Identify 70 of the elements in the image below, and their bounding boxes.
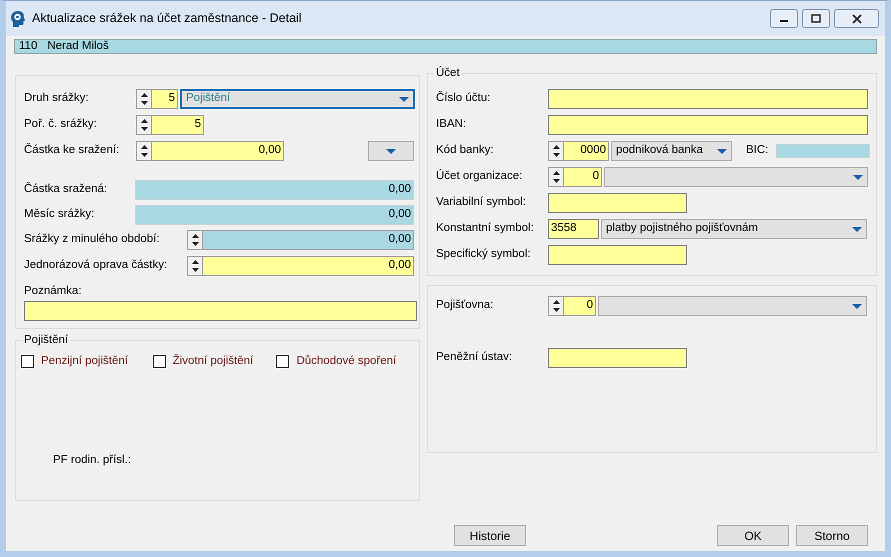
input-field[interactable]: 0,00: [135, 205, 414, 225]
field-label: Konstantní symbol:: [436, 221, 535, 236]
spinner-arrows-icon: [140, 92, 148, 106]
spinner-arrows-icon: [552, 299, 560, 313]
field-label: PF rodin. přísl.:: [53, 453, 131, 468]
input-field[interactable]: [548, 115, 868, 135]
dialog-button[interactable]: Storno: [796, 525, 868, 546]
field-label: Variabilní symbol:: [436, 195, 527, 210]
dropdown[interactable]: platby pojistného pojišťovnám: [601, 219, 867, 239]
field-label: Měsíc srážky:: [24, 207, 96, 222]
spinner-arrows-icon: [140, 118, 148, 132]
window-title: Aktualizace srážek na účet zaměstnance - Detail: [32, 10, 302, 28]
spinner-field[interactable]: 0000: [548, 141, 609, 161]
spinner-arrows-icon: [192, 233, 198, 247]
checkbox[interactable]: Penzijní pojištění: [21, 353, 153, 370]
dropdown-button[interactable]: [368, 141, 414, 161]
dropdown-arrow-icon: [386, 148, 396, 154]
dropdown-arrow-icon: [399, 96, 409, 102]
dialog-button[interactable]: OK: [717, 525, 789, 546]
spinner-field[interactable]: 0,00: [136, 141, 284, 161]
field-label: BIC:: [746, 143, 768, 158]
field-label: Peněžní ústav:: [436, 350, 514, 366]
field-label: Částka ke sražení:: [24, 142, 120, 158]
minimize-button[interactable]: [770, 9, 798, 28]
field-label: Kód banky:: [436, 143, 495, 158]
dropdown[interactable]: podniková banka: [611, 141, 732, 161]
dropdown-arrow-icon: [852, 226, 862, 232]
field-label: Srážky z minulého období:: [24, 232, 161, 248]
field-label: Poř. č. srážky:: [24, 117, 98, 132]
maximize-icon: [811, 14, 821, 23]
input-field[interactable]: 3558: [548, 219, 599, 239]
field-label: IBAN:: [436, 117, 468, 132]
group-title: Pojištění: [22, 333, 70, 347]
close-button[interactable]: [834, 9, 879, 28]
dropdown[interactable]: Pojištění: [180, 89, 415, 109]
field-label: Jednorázová oprava částky:: [24, 258, 168, 274]
input-field[interactable]: 0,00: [135, 180, 414, 200]
field-label: Číslo účtu:: [436, 90, 492, 106]
spinner-arrows-icon: [140, 144, 148, 158]
spinner-field[interactable]: 0: [548, 296, 596, 316]
spinner-field[interactable]: 0,00: [187, 230, 414, 250]
spinner-field[interactable]: 5: [136, 89, 178, 109]
field-label: Částka sražená:: [24, 181, 108, 198]
dialog-button[interactable]: Historie: [454, 525, 526, 546]
input-field[interactable]: [548, 245, 687, 265]
input-field[interactable]: [548, 193, 687, 213]
spinner-arrows-icon: [552, 144, 560, 158]
spinner-arrows-icon: [552, 170, 560, 184]
spinner-field[interactable]: 0: [548, 167, 602, 187]
dropdown-arrow-icon: [717, 148, 727, 154]
field-label: Účet organizace:: [436, 168, 524, 184]
field-label: Pojišťovna:: [436, 298, 494, 314]
spinner-field[interactable]: 0,00: [187, 256, 414, 276]
spinner-arrows-icon: [192, 259, 198, 273]
field-label: Poznámka:: [24, 284, 83, 299]
input-field[interactable]: [548, 348, 687, 368]
checkbox[interactable]: Důchodové spoření: [276, 353, 414, 370]
close-icon: [852, 14, 862, 24]
checkbox[interactable]: Životní pojištění: [152, 353, 276, 370]
dropdown-arrow-icon: [852, 302, 862, 310]
spinner-field[interactable]: 5: [136, 115, 204, 135]
field-label: Druh srážky:: [24, 91, 90, 106]
field-label: Specifický symbol:: [436, 247, 532, 262]
note-field[interactable]: [24, 301, 417, 322]
maximize-button[interactable]: [802, 9, 830, 28]
input-field[interactable]: [548, 89, 868, 109]
employee-number: 110: [19, 38, 38, 54]
dropdown-arrow-icon: [853, 174, 863, 180]
employee-name: Nerad Miloš: [47, 38, 109, 54]
app-icon: [10, 10, 26, 28]
